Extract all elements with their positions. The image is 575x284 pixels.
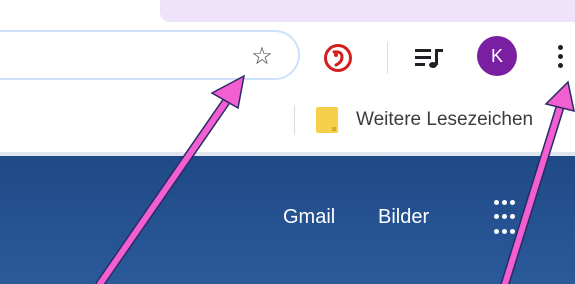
arrow-to-star <box>95 74 246 284</box>
annotation-arrows <box>95 74 575 284</box>
arrow-to-menu <box>500 80 575 284</box>
